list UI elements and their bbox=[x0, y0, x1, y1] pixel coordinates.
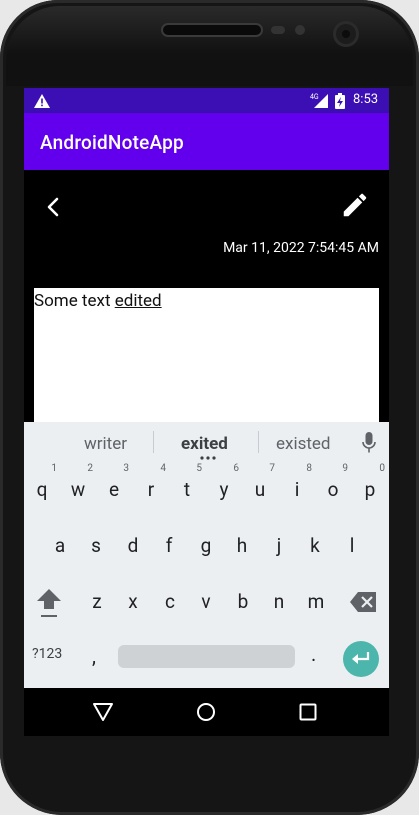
pencil-edit-icon[interactable] bbox=[340, 190, 370, 220]
key-a[interactable]: a bbox=[43, 522, 77, 570]
key-m[interactable]: m bbox=[299, 578, 333, 626]
network-type-label: 4G bbox=[310, 93, 319, 101]
suggestion-right[interactable]: existed bbox=[276, 434, 331, 454]
light-sensor bbox=[295, 25, 305, 35]
suggestion-divider bbox=[153, 431, 154, 453]
soft-keyboard: writer exited existed q1 w2 e3 r4 t5 y 6… bbox=[24, 422, 389, 688]
key-q[interactable]: q1 bbox=[25, 463, 59, 514]
more-suggestions-icon[interactable] bbox=[199, 456, 217, 460]
suggestion-left[interactable]: writer bbox=[84, 434, 127, 454]
key-h[interactable]: h bbox=[225, 522, 259, 570]
key-r[interactable]: r4 bbox=[134, 463, 168, 514]
status-time: 8:53 bbox=[353, 92, 379, 107]
space-bar[interactable] bbox=[118, 645, 295, 668]
microphone-icon[interactable] bbox=[362, 432, 376, 454]
phone-frame: 4G 8:53 AndroidNoteApp Mar 11, 2022 7:54… bbox=[0, 0, 419, 815]
enter-arrow-icon bbox=[352, 652, 370, 664]
suggestion-divider bbox=[258, 431, 259, 453]
earpiece-speaker bbox=[163, 25, 261, 35]
key-b[interactable]: b bbox=[226, 578, 260, 626]
front-camera bbox=[336, 24, 356, 44]
note-toolbar bbox=[24, 170, 389, 238]
back-arrow-icon[interactable] bbox=[38, 192, 68, 222]
note-text[interactable]: Some text edited bbox=[34, 291, 162, 311]
suggestion-center[interactable]: exited bbox=[181, 434, 228, 454]
phone-top-bezel bbox=[6, 6, 413, 86]
battery-icon bbox=[335, 93, 345, 109]
nav-back-icon[interactable] bbox=[92, 702, 114, 722]
period-key[interactable]: . bbox=[311, 642, 316, 666]
key-e[interactable]: e3 bbox=[97, 463, 131, 514]
key-p[interactable]: p0 bbox=[353, 463, 387, 514]
app-title: AndroidNoteApp bbox=[40, 131, 184, 154]
key-j[interactable]: j bbox=[262, 522, 296, 570]
nav-recents-icon[interactable] bbox=[299, 703, 317, 721]
nav-home-icon[interactable] bbox=[196, 702, 216, 722]
note-date: Mar 11, 2022 7:54:45 AM bbox=[223, 240, 379, 256]
key-t[interactable]: t5 bbox=[170, 463, 204, 514]
note-text-composing: edited bbox=[114, 291, 162, 311]
backspace-icon[interactable] bbox=[350, 592, 376, 612]
key-v[interactable]: v bbox=[189, 578, 223, 626]
key-s[interactable]: s bbox=[79, 522, 113, 570]
key-w[interactable]: w2 bbox=[61, 463, 95, 514]
shift-icon[interactable] bbox=[36, 585, 62, 621]
key-i[interactable]: i8 bbox=[280, 463, 314, 514]
key-x[interactable]: x bbox=[116, 578, 150, 626]
enter-key[interactable] bbox=[343, 641, 379, 677]
symbols-key[interactable]: ?123 bbox=[32, 646, 62, 662]
key-g[interactable]: g bbox=[189, 522, 223, 570]
note-text-area[interactable]: Some text edited bbox=[34, 288, 379, 428]
screen: 4G 8:53 AndroidNoteApp Mar 11, 2022 7:54… bbox=[24, 88, 389, 736]
navigation-bar bbox=[24, 688, 389, 736]
suggestion-strip: writer exited existed bbox=[24, 422, 389, 462]
status-bar: 4G 8:53 bbox=[24, 88, 389, 113]
key-l[interactable]: l bbox=[335, 522, 369, 570]
key-c[interactable]: c bbox=[153, 578, 187, 626]
app-bar: AndroidNoteApp bbox=[24, 113, 389, 170]
warning-icon bbox=[34, 94, 50, 108]
note-text-plain: Some text bbox=[34, 291, 115, 311]
key-d[interactable]: d bbox=[116, 522, 150, 570]
key-k[interactable]: k bbox=[298, 522, 332, 570]
key-f[interactable]: f bbox=[152, 522, 186, 570]
key-z[interactable]: z bbox=[80, 578, 114, 626]
key-o[interactable]: o9 bbox=[316, 463, 350, 514]
comma-key[interactable]: , bbox=[92, 644, 96, 668]
key-n[interactable]: n bbox=[262, 578, 296, 626]
proximity-sensor bbox=[271, 26, 285, 34]
key-y[interactable]: y6 bbox=[207, 463, 241, 514]
key-u[interactable]: u7 bbox=[243, 463, 277, 514]
